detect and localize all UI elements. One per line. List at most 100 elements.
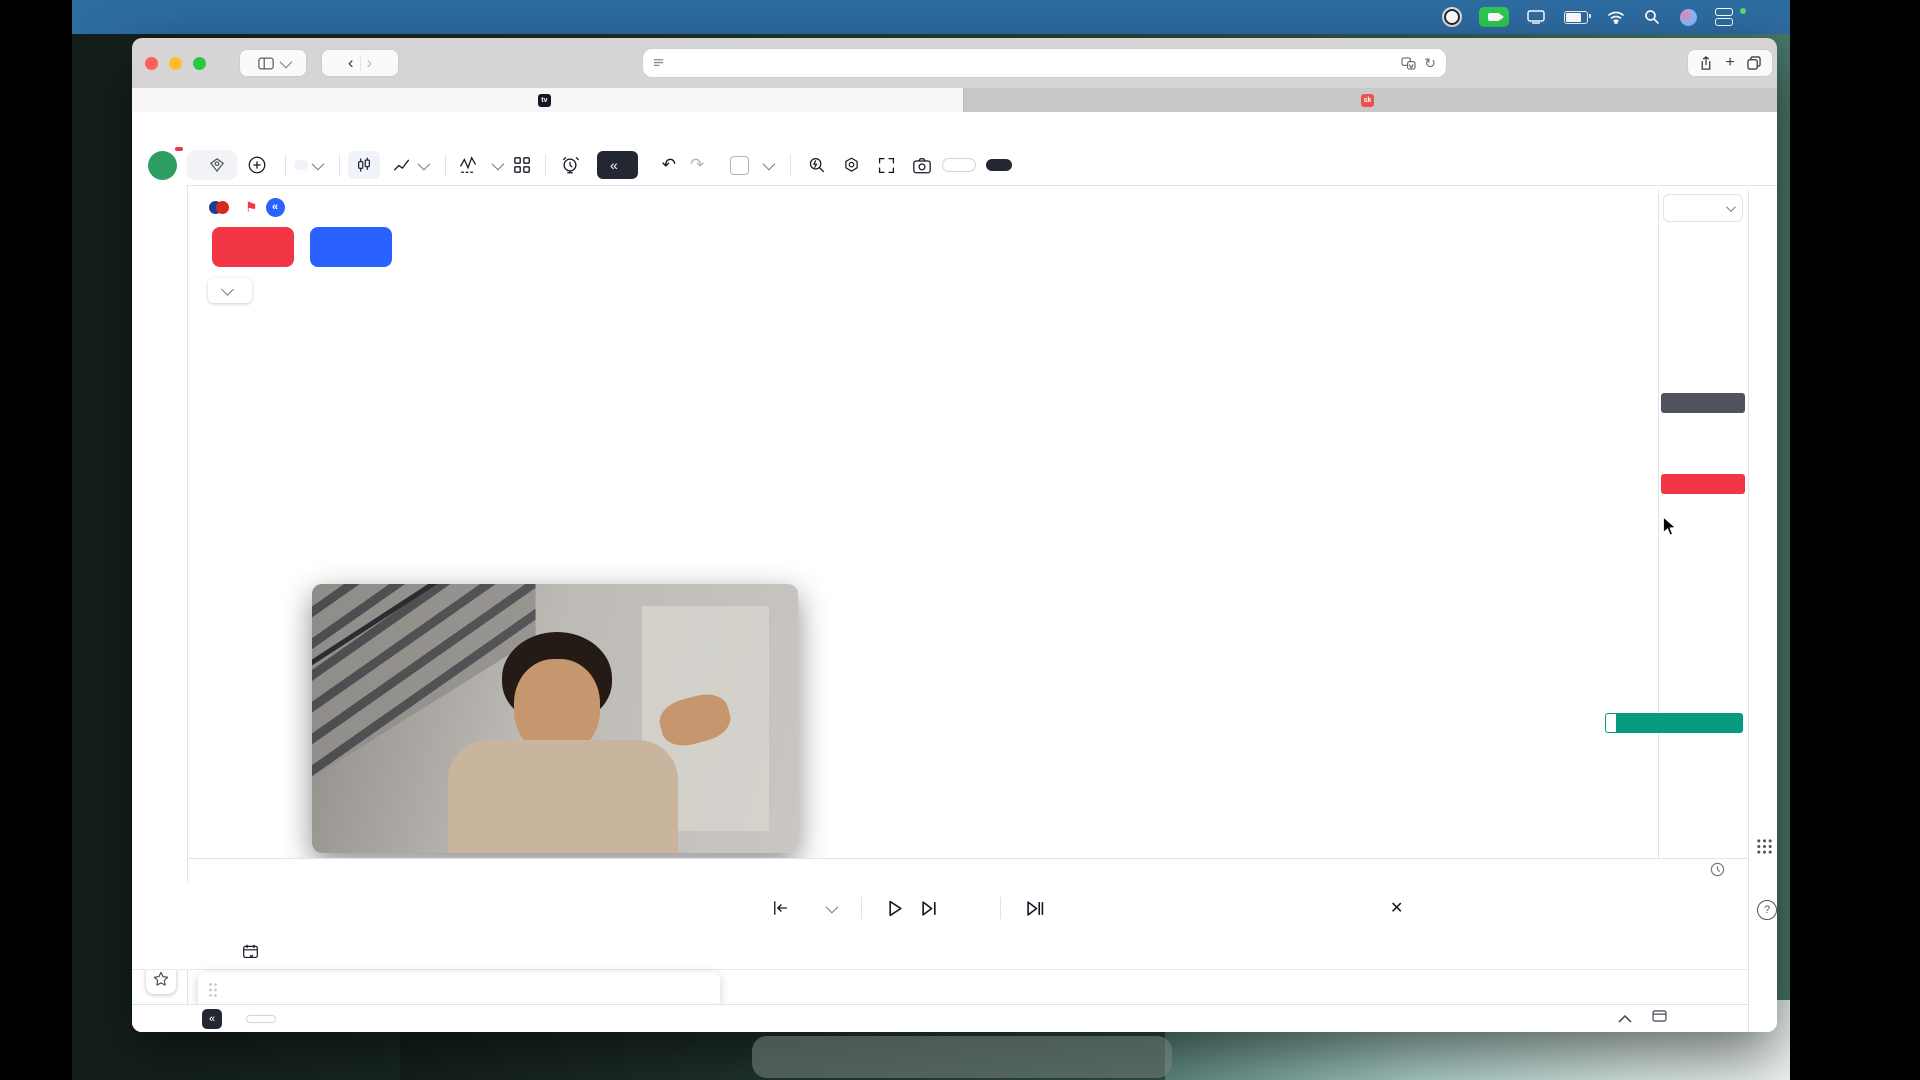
undo-icon[interactable]: ↶ — [662, 155, 676, 175]
replay-control-bar: ✕ — [132, 882, 1748, 935]
screen-mirroring-icon[interactable] — [1526, 7, 1546, 27]
tab-overview-icon[interactable] — [1747, 56, 1761, 70]
close-replay-icon[interactable]: ✕ — [1390, 898, 1403, 918]
macos-menubar — [72, 0, 1790, 34]
window-actions: + — [1688, 50, 1772, 76]
buy-button[interactable] — [310, 227, 392, 267]
replay-button[interactable]: « — [597, 151, 638, 179]
jump-to-bar-icon[interactable] — [772, 900, 790, 916]
translate-icon[interactable] — [1401, 57, 1416, 70]
date-range-row — [132, 934, 1748, 970]
back-button[interactable]: ‹ — [348, 53, 354, 73]
time-axis[interactable] — [188, 858, 1748, 883]
status-green-dot — [1740, 8, 1746, 14]
symbol-detail-icon — [209, 158, 225, 172]
timeframes-chevron-icon[interactable] — [312, 157, 325, 170]
trade-button[interactable] — [942, 158, 976, 172]
maximize-panel-icon[interactable] — [1652, 1010, 1667, 1025]
safari-toolbar: ‹ › ↻ + — [132, 38, 1777, 88]
fullscreen-icon[interactable] — [877, 156, 896, 175]
nav-buttons: ‹ › — [322, 50, 398, 76]
share-icon[interactable] — [1699, 56, 1713, 71]
indicators-chevron-icon[interactable] — [492, 157, 505, 170]
style-chevron-icon[interactable] — [418, 157, 431, 170]
symbol-search-button[interactable] — [187, 150, 237, 180]
orders-count-badge[interactable] — [208, 278, 252, 303]
jump-to-realtime-icon[interactable] — [1027, 900, 1044, 917]
address-bar[interactable]: ↻ — [643, 49, 1446, 77]
minimize-window-button[interactable] — [169, 57, 182, 70]
battery-icon[interactable] — [1562, 7, 1590, 27]
last-price-value — [1617, 713, 1743, 733]
forward-button[interactable]: › — [367, 53, 373, 73]
reload-icon[interactable]: ↻ — [1424, 55, 1436, 72]
bottom-tab-bar: « — [132, 1004, 1748, 1032]
line-style-icon[interactable] — [386, 151, 416, 179]
mac-screen: ‹ › ↻ + tv sk — [72, 0, 1790, 1080]
settings-gear-icon[interactable] — [842, 156, 861, 175]
siri-icon[interactable] — [1678, 7, 1698, 27]
alert-price-badge[interactable] — [1661, 474, 1745, 494]
publish-button[interactable] — [986, 159, 1012, 171]
replay-trading-icon: « — [202, 1009, 222, 1029]
tradingview-app: « ↶ ↷ — [132, 112, 1777, 1032]
redo-icon[interactable]: ↷ — [690, 155, 704, 175]
step-forward-icon[interactable] — [921, 900, 938, 917]
help-icon[interactable]: ? — [1757, 900, 1777, 920]
replay-active-icon[interactable]: « — [266, 198, 285, 217]
timeframe-5m-active[interactable] — [294, 160, 308, 170]
last-price-symbol — [1605, 713, 1617, 733]
tab-bar: tv sk — [132, 88, 1777, 112]
play-icon[interactable] — [888, 900, 903, 917]
crosshair-price-badge — [1661, 393, 1745, 413]
select-bar-chevron-icon[interactable] — [826, 900, 839, 913]
alert-icon[interactable] — [560, 155, 580, 175]
last-price-badge — [1605, 713, 1743, 733]
menubar-status — [1442, 0, 1762, 34]
facetime-icon[interactable] — [1478, 7, 1510, 27]
chart-legend[interactable]: ⚑ « — [200, 194, 342, 220]
close-window-button[interactable] — [145, 57, 158, 70]
session-clock-icon[interactable] — [1710, 862, 1725, 880]
notification-badge — [174, 146, 184, 152]
trade-tab[interactable] — [246, 1015, 276, 1023]
palette-grip-icon[interactable] — [208, 982, 218, 998]
quick-search-icon[interactable] — [807, 156, 826, 175]
go-to-date-icon[interactable] — [242, 943, 259, 960]
layout-chevron-icon[interactable] — [763, 157, 776, 170]
video-person-torso — [448, 740, 678, 853]
currency-dropdown[interactable] — [1663, 194, 1743, 222]
safari-window: ‹ › ↻ + tv sk — [132, 38, 1777, 1032]
indicators-icon[interactable] — [458, 155, 478, 175]
reader-icon[interactable] — [652, 57, 665, 70]
apps-grid-icon[interactable] — [1756, 838, 1773, 858]
save-checkbox[interactable] — [730, 156, 749, 175]
order-panel — [206, 224, 458, 270]
tab-nzdchf[interactable]: tv — [132, 88, 963, 112]
snapshot-camera-icon[interactable] — [912, 156, 932, 175]
candles-style-icon[interactable] — [348, 151, 380, 179]
sidebar-chevron-icon — [279, 55, 292, 68]
sell-button[interactable] — [212, 227, 294, 267]
tab2-favicon: sk — [1361, 94, 1374, 107]
sidebar-toggle-button[interactable] — [240, 50, 306, 76]
spotlight-search-icon[interactable] — [1642, 7, 1662, 27]
wifi-icon[interactable] — [1606, 7, 1626, 27]
record-icon[interactable] — [1442, 7, 1462, 27]
collapse-panel-chevron-icon[interactable] — [1618, 1011, 1632, 1026]
compare-plus-icon[interactable] — [247, 155, 267, 175]
user-avatar[interactable] — [148, 151, 177, 180]
dock — [752, 1036, 1172, 1078]
favorite-drawings-palette[interactable] — [198, 972, 720, 1008]
tradingview-favicon: tv — [538, 94, 551, 107]
mouse-cursor — [1662, 517, 1678, 537]
layout-grid-icon[interactable] — [513, 156, 531, 174]
zoom-window-button[interactable] — [193, 57, 206, 70]
replay-rewind-icon: « — [610, 157, 618, 173]
flag-icon[interactable]: ⚑ — [245, 199, 258, 216]
tab-patron-de-entrada[interactable]: sk — [963, 88, 1777, 112]
symbol-flags-icon — [209, 200, 229, 215]
webcam-video-overlay[interactable] — [312, 584, 798, 853]
control-center-icon[interactable] — [1714, 7, 1734, 27]
new-tab-icon[interactable]: + — [1725, 54, 1734, 72]
